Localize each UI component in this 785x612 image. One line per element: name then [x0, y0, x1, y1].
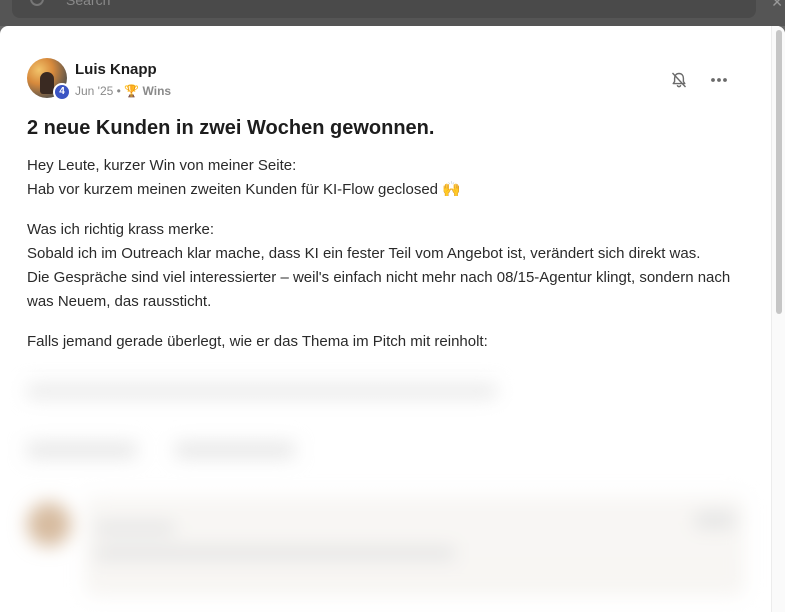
post-title: 2 neue Kunden in zwei Wochen gewonnen.	[27, 117, 435, 139]
top-search-bar: Search ✕	[0, 0, 785, 26]
avatar-figure	[40, 72, 54, 94]
search-input[interactable]	[12, 0, 756, 18]
post-paragraph-2: Was ich richtig krass merke: Sobald ich …	[27, 218, 749, 314]
bell-off-icon[interactable]	[670, 71, 688, 89]
trophy-icon: 🏆	[124, 84, 140, 98]
category-link[interactable]: Wins	[143, 84, 172, 98]
search-placeholder: Search	[66, 0, 111, 8]
body-line: Hey Leute, kurzer Win von meiner Seite:	[27, 157, 297, 174]
post-paragraph-3: Falls jemand gerade überlegt, wie er das…	[27, 330, 749, 354]
scroll-thumb[interactable]	[776, 30, 782, 314]
post-body: Hey Leute, kurzer Win von meiner Seite: …	[27, 154, 749, 370]
body-line: Sobald ich im Outreach klar mache, dass …	[27, 245, 701, 262]
meta-separator: •	[116, 84, 121, 98]
body-line: Hab vor kurzem meinen zweiten Kunden für…	[27, 181, 461, 198]
close-icon[interactable]: ✕	[771, 0, 783, 11]
body-line: Die Gespräche sind viel interessierter –…	[27, 269, 731, 310]
post-paragraph-1: Hey Leute, kurzer Win von meiner Seite: …	[27, 154, 749, 202]
post-meta: Jun '25 • 🏆 Wins	[75, 84, 171, 98]
scrollbar[interactable]	[771, 26, 785, 612]
author-name[interactable]: Luis Knapp	[75, 61, 157, 78]
post-modal: 4 Luis Knapp Jun '25 • 🏆 Wins 2 neue Kun…	[0, 26, 785, 612]
body-line: Falls jemand gerade überlegt, wie er das…	[27, 333, 488, 350]
post-date: Jun '25	[75, 84, 114, 98]
level-badge: 4	[53, 83, 71, 101]
blur-fade-overlay	[0, 372, 771, 612]
post-header: 4 Luis Knapp Jun '25 • 🏆 Wins	[27, 58, 727, 102]
more-horizontal-icon[interactable]	[709, 71, 729, 89]
body-line: Was ich richtig krass merke:	[27, 221, 214, 238]
